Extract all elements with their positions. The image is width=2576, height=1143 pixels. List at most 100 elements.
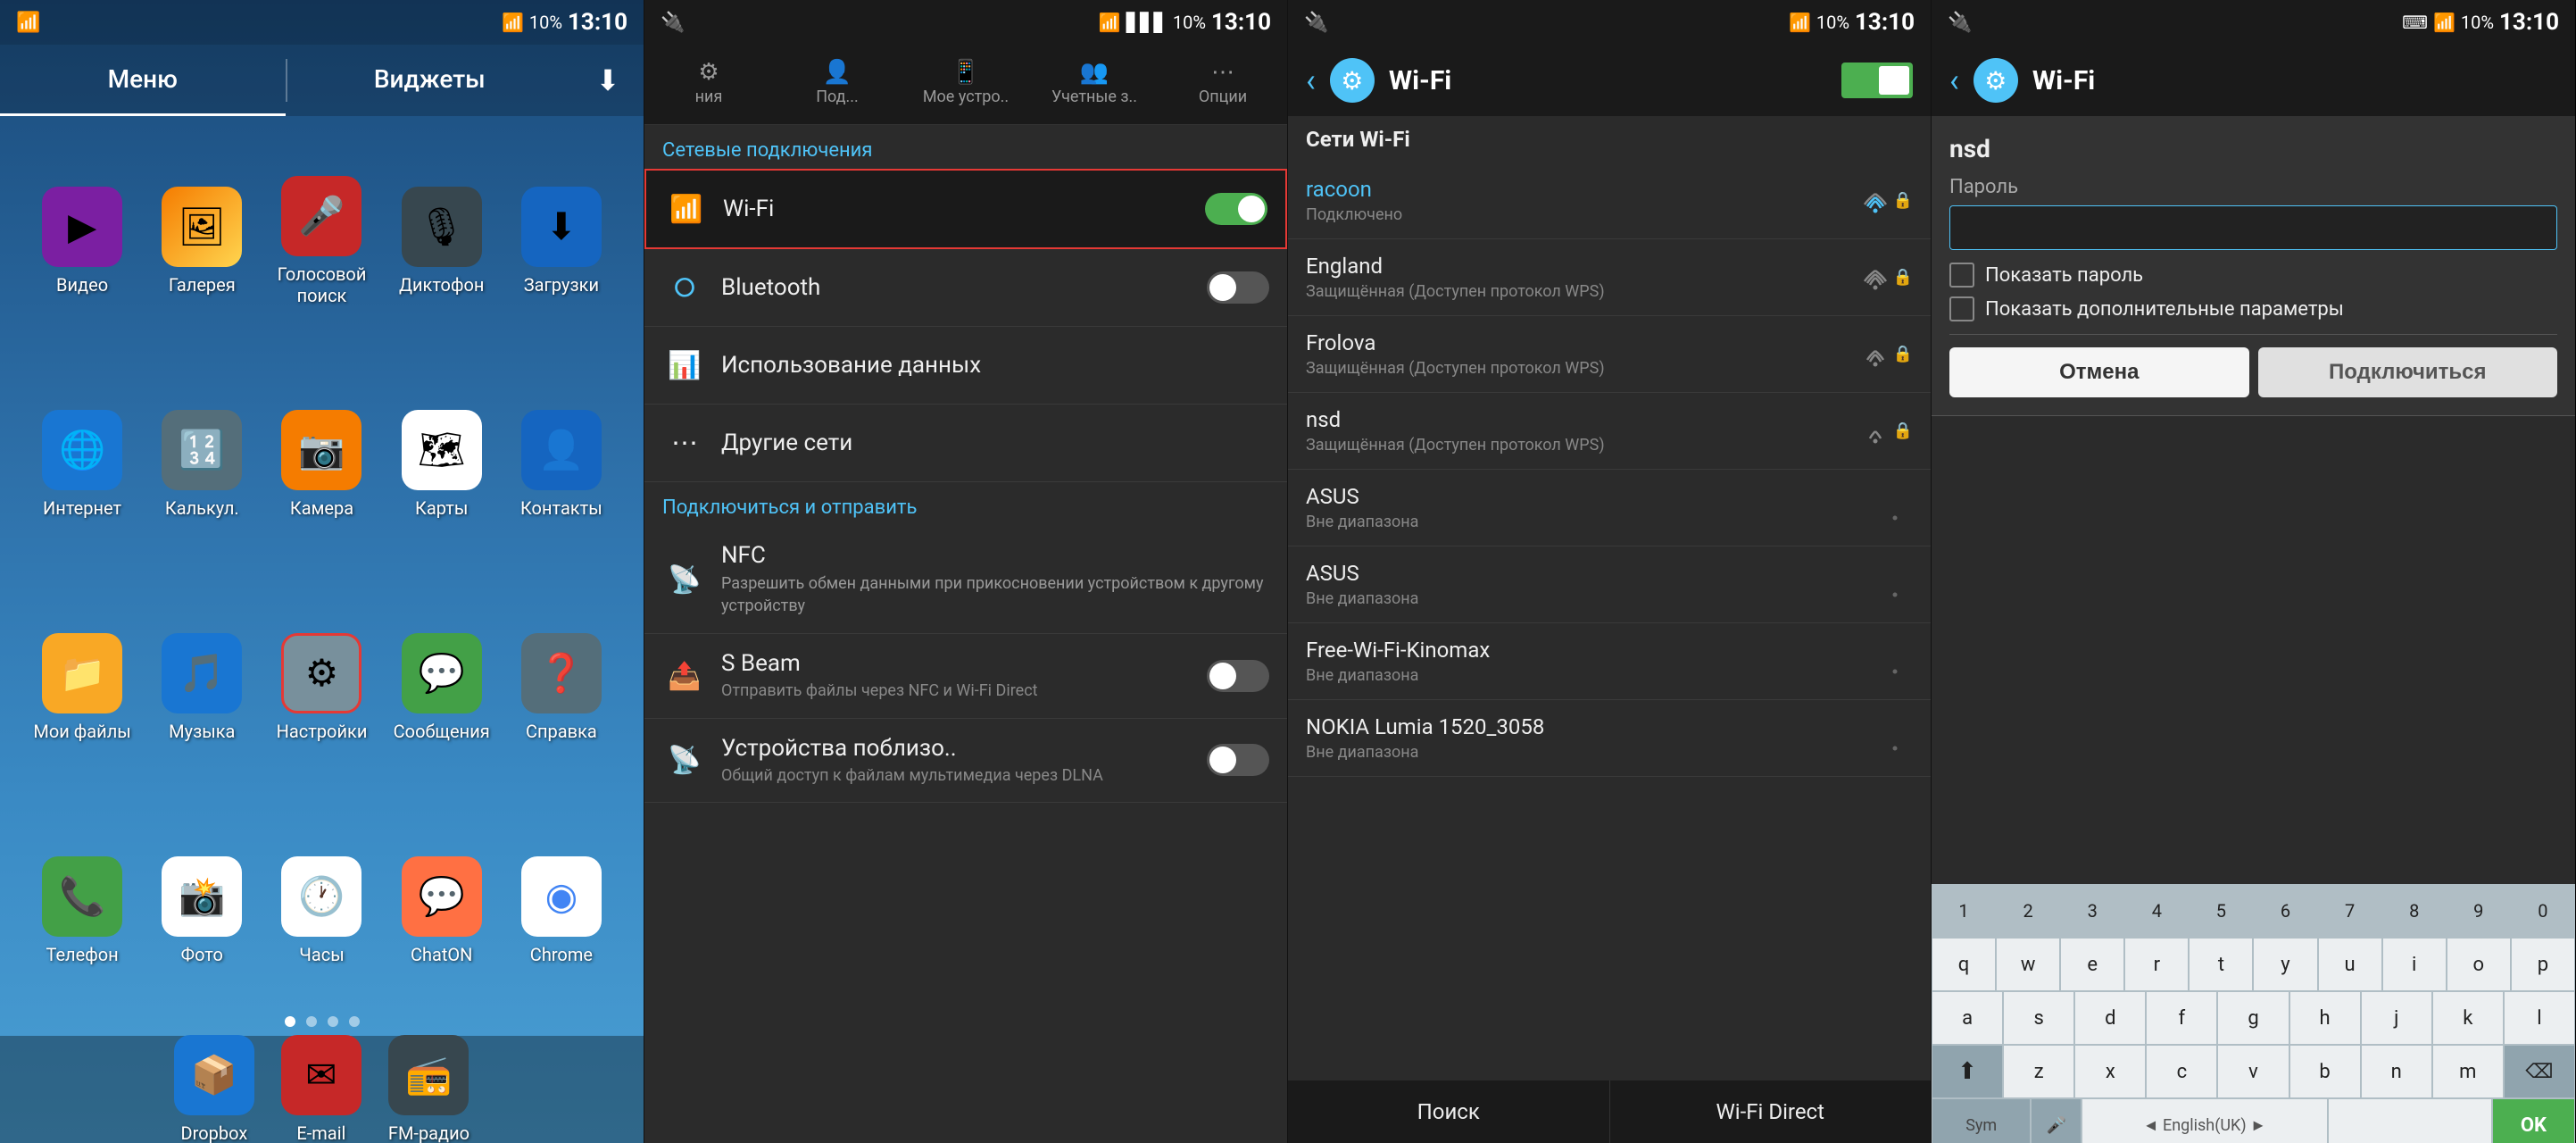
wifi-network-nsd[interactable]: nsd Защищённая (Доступен протокол WPS) 🔒 xyxy=(1288,393,1931,470)
back-button-p4[interactable]: ‹ xyxy=(1949,62,1959,99)
wifi-network-asus2[interactable]: ASUS Вне диапазона xyxy=(1288,546,1931,623)
wifi-direct-button[interactable]: Wi-Fi Direct xyxy=(1610,1080,1932,1143)
key-a[interactable]: a xyxy=(1932,991,2003,1045)
app-item-photo[interactable]: 📸 Фото xyxy=(146,804,257,1018)
key-o[interactable]: o xyxy=(2447,938,2511,991)
wifi-network-kinomax[interactable]: Free-Wi-Fi-Kinomax Вне диапазона xyxy=(1288,623,1931,700)
wifi-main-toggle[interactable] xyxy=(1841,63,1913,98)
tab-mydevice[interactable]: 📱 Мое устро.. xyxy=(902,45,1030,124)
cancel-button[interactable]: Отмена xyxy=(1949,347,2249,397)
key-2[interactable]: 2 xyxy=(1996,884,2060,938)
key-4[interactable]: 4 xyxy=(2124,884,2189,938)
tab-general[interactable]: ⚙ ния xyxy=(644,45,773,124)
app-item-downloads[interactable]: ⬇ Загрузки xyxy=(506,134,617,348)
key-8[interactable]: 8 xyxy=(2382,884,2447,938)
space-key[interactable] xyxy=(2328,1098,2492,1143)
settings-item-sbeam[interactable]: 📤 S Beam Отправить файлы через NFC и Wi-… xyxy=(644,634,1287,718)
key-9[interactable]: 9 xyxy=(2447,884,2511,938)
app-item-maps[interactable]: 🗺 Карты xyxy=(386,357,497,572)
key-d[interactable]: d xyxy=(2074,991,2146,1045)
dock-item-fmradio[interactable]: 📻 FM-радио xyxy=(388,1035,469,1143)
settings-item-data[interactable]: 📊 Использование данных xyxy=(644,327,1287,405)
app-item-settings[interactable]: ⚙ Настройки xyxy=(266,580,377,795)
app-item-internet[interactable]: 🌐 Интернет xyxy=(27,357,137,572)
settings-item-wifi[interactable]: 📶 Wi-Fi xyxy=(644,169,1287,249)
settings-item-nearby[interactable]: 📡 Устройства поблизо.. Общий доступ к фа… xyxy=(644,719,1287,803)
key-g[interactable]: g xyxy=(2217,991,2289,1045)
app-item-dictophone[interactable]: 🎙 Диктофон xyxy=(386,134,497,348)
nearby-toggle[interactable] xyxy=(1207,744,1269,776)
wifi-network-england[interactable]: England Защищённая (Доступен протокол WP… xyxy=(1288,239,1931,316)
key-i[interactable]: i xyxy=(2382,938,2447,991)
wifi-network-frolova[interactable]: Frolova Защищённая (Доступен протокол WP… xyxy=(1288,316,1931,393)
key-0[interactable]: 0 xyxy=(2511,884,2575,938)
key-1[interactable]: 1 xyxy=(1932,884,1996,938)
key-n[interactable]: n xyxy=(2361,1045,2432,1098)
show-advanced-row[interactable]: Показать дополнительные параметры xyxy=(1949,296,2557,321)
key-c[interactable]: c xyxy=(2146,1045,2217,1098)
back-button[interactable]: ‹ xyxy=(1306,62,1316,99)
key-f[interactable]: f xyxy=(2146,991,2217,1045)
app-item-chaton[interactable]: 💬 ChatON xyxy=(386,804,497,1018)
settings-item-other[interactable]: ⋯ Другие сети xyxy=(644,405,1287,482)
key-k[interactable]: k xyxy=(2432,991,2504,1045)
tab-device[interactable]: 👤 Под... xyxy=(773,45,902,124)
sym-key[interactable]: Sym xyxy=(1932,1098,2031,1143)
app-item-contacts[interactable]: 👤 Контакты xyxy=(506,357,617,572)
app-item-camera[interactable]: 📷 Камера xyxy=(266,357,377,572)
key-m[interactable]: m xyxy=(2432,1045,2504,1098)
key-j[interactable]: j xyxy=(2361,991,2432,1045)
dock-item-dropbox[interactable]: 📦 Dropbox xyxy=(174,1035,254,1143)
key-7[interactable]: 7 xyxy=(2318,884,2382,938)
lang-button[interactable]: ◄ English(UK) ► xyxy=(2082,1098,2327,1143)
key-s[interactable]: s xyxy=(2003,991,2074,1045)
tab-options[interactable]: ⋯ Опции xyxy=(1159,45,1287,124)
app-item-video[interactable]: ▶ Видео xyxy=(27,134,137,348)
backspace-key[interactable]: ⌫ xyxy=(2504,1045,2575,1098)
key-q[interactable]: q xyxy=(1932,938,1996,991)
app-item-gallery[interactable]: 🖼 Галерея xyxy=(146,134,257,348)
key-l[interactable]: l xyxy=(2504,991,2575,1045)
show-password-checkbox[interactable] xyxy=(1949,263,1974,288)
key-p[interactable]: p xyxy=(2511,938,2575,991)
show-advanced-checkbox[interactable] xyxy=(1949,296,1974,321)
wifi-network-asus1[interactable]: ASUS Вне диапазона xyxy=(1288,470,1931,546)
app-item-messages[interactable]: 💬 Сообщения xyxy=(386,580,497,795)
app-item-voice[interactable]: 🎤 Голосовой поиск xyxy=(266,134,377,348)
wifi-network-racoon[interactable]: racoon Подключено 🔒 xyxy=(1288,163,1931,239)
app-item-help[interactable]: ❓ Справка xyxy=(506,580,617,795)
tab-menu[interactable]: Меню xyxy=(0,45,286,116)
app-item-calc[interactable]: 🔢 Калькул. xyxy=(146,357,257,572)
wifi-search-button[interactable]: Поиск xyxy=(1288,1080,1610,1143)
app-item-clock[interactable]: 🕐 Часы xyxy=(266,804,377,1018)
tab-widgets[interactable]: Виджеты xyxy=(287,45,573,116)
settings-item-bluetooth[interactable]: ⭘ Bluetooth xyxy=(644,249,1287,327)
key-b[interactable]: b xyxy=(2289,1045,2361,1098)
shift-key[interactable]: ⬆ xyxy=(1932,1045,2003,1098)
app-item-music[interactable]: 🎵 Музыка xyxy=(146,580,257,795)
tab-accounts[interactable]: 👥 Учетные з.. xyxy=(1030,45,1159,124)
key-r[interactable]: r xyxy=(2124,938,2189,991)
password-input[interactable] xyxy=(1949,205,2557,250)
key-6[interactable]: 6 xyxy=(2253,884,2317,938)
key-3[interactable]: 3 xyxy=(2060,884,2124,938)
mic-key[interactable]: 🎤 xyxy=(2031,1098,2082,1143)
settings-item-nfc[interactable]: 📡 NFC Разрешить обмен данными при прикос… xyxy=(644,526,1287,634)
app-item-phone[interactable]: 📞 Телефон xyxy=(27,804,137,1018)
app-item-files[interactable]: 📁 Мои файлы xyxy=(27,580,137,795)
bluetooth-toggle[interactable] xyxy=(1207,271,1269,304)
key-z[interactable]: z xyxy=(2003,1045,2074,1098)
key-5[interactable]: 5 xyxy=(2189,884,2253,938)
key-u[interactable]: u xyxy=(2318,938,2382,991)
connect-button[interactable]: Подключиться xyxy=(2258,347,2558,397)
key-e[interactable]: e xyxy=(2060,938,2124,991)
app-item-chrome[interactable]: ◉ Chrome xyxy=(506,804,617,1018)
wifi-toggle[interactable] xyxy=(1205,193,1267,225)
key-w[interactable]: w xyxy=(1996,938,2060,991)
key-h[interactable]: h xyxy=(2289,991,2361,1045)
download-icon[interactable]: ⬇ xyxy=(572,63,644,97)
sbeam-toggle[interactable] xyxy=(1207,660,1269,692)
show-password-row[interactable]: Показать пароль xyxy=(1949,263,2557,288)
key-v[interactable]: v xyxy=(2217,1045,2289,1098)
dock-item-email[interactable]: ✉ E-mail xyxy=(281,1035,361,1143)
